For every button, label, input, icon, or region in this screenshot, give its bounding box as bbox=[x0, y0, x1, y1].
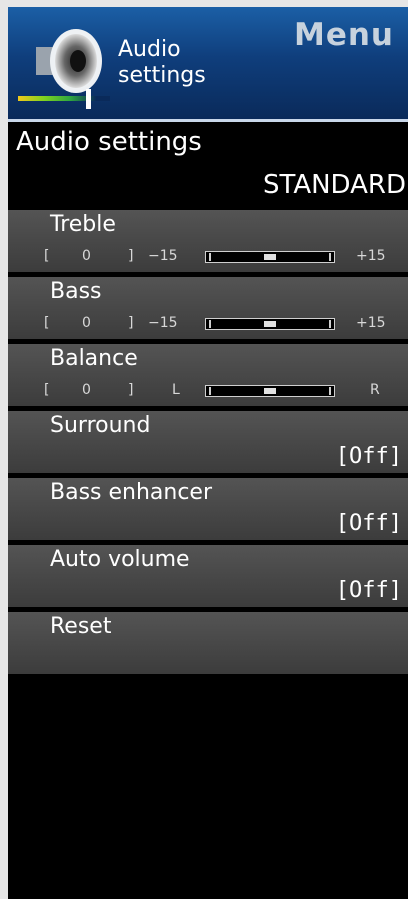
treble-bracket-open: [ bbox=[44, 248, 50, 264]
bass-bracket-open: [ bbox=[44, 315, 50, 331]
bass-item[interactable]: Bass [ 0 ] −15 +15 bbox=[8, 277, 408, 344]
header-subtitle: Audio settings bbox=[118, 37, 206, 89]
bass-enhancer-value: [Off] bbox=[335, 511, 402, 536]
bass-slider[interactable] bbox=[205, 318, 335, 330]
audio-mode-value[interactable]: STANDARD bbox=[263, 170, 406, 200]
treble-min-label: −15 bbox=[148, 248, 178, 264]
reset-item[interactable]: Reset bbox=[8, 612, 408, 679]
balance-value: 0 bbox=[82, 382, 91, 398]
treble-item[interactable]: Treble [ 0 ] −15 +15 bbox=[8, 210, 408, 277]
bass-max-label: +15 bbox=[356, 315, 386, 331]
page-title: Audio settings bbox=[16, 127, 202, 157]
balance-label: Balance bbox=[50, 346, 138, 371]
treble-value: 0 bbox=[82, 248, 91, 264]
menu-header: Audio settings Menu bbox=[8, 7, 408, 122]
balance-bracket-open: [ bbox=[44, 382, 50, 398]
reset-label: Reset bbox=[50, 614, 112, 639]
balance-slider-row: [ 0 ] L R bbox=[8, 382, 408, 400]
treble-slider[interactable] bbox=[205, 251, 335, 263]
bass-enhancer-label: Bass enhancer bbox=[50, 480, 213, 505]
header-level-bar bbox=[18, 96, 110, 101]
menu-title: Menu bbox=[293, 17, 394, 53]
bass-bracket-close: ] bbox=[128, 315, 134, 331]
settings-list: Treble [ 0 ] −15 +15 Bass [ 0 ] −15 +15 bbox=[8, 210, 408, 679]
bass-value: 0 bbox=[82, 315, 91, 331]
bass-label: Bass bbox=[50, 279, 102, 304]
treble-label: Treble bbox=[50, 212, 116, 237]
balance-slider[interactable] bbox=[205, 385, 335, 397]
auto-volume-label: Auto volume bbox=[50, 547, 190, 572]
treble-max-label: +15 bbox=[356, 248, 386, 264]
auto-volume-item[interactable]: Auto volume [Off] bbox=[8, 545, 408, 612]
tv-menu-screen: Audio settings Menu Audio settings STAND… bbox=[8, 7, 408, 899]
header-level-knob bbox=[86, 89, 91, 109]
balance-min-label: L bbox=[172, 382, 180, 398]
header-subtitle-line2: settings bbox=[118, 63, 206, 88]
treble-bracket-close: ] bbox=[128, 248, 134, 264]
surround-label: Surround bbox=[50, 413, 151, 438]
speaker-icon bbox=[36, 29, 102, 93]
surround-value: [Off] bbox=[335, 444, 402, 469]
auto-volume-value: [Off] bbox=[335, 578, 402, 603]
header-subtitle-line1: Audio bbox=[118, 37, 181, 62]
treble-slider-thumb[interactable] bbox=[264, 254, 276, 260]
balance-item[interactable]: Balance [ 0 ] L R bbox=[8, 344, 408, 411]
balance-bracket-close: ] bbox=[128, 382, 134, 398]
balance-max-label: R bbox=[370, 382, 380, 398]
balance-slider-thumb[interactable] bbox=[264, 388, 276, 394]
treble-slider-row: [ 0 ] −15 +15 bbox=[8, 248, 408, 266]
bass-slider-row: [ 0 ] −15 +15 bbox=[8, 315, 408, 333]
surround-item[interactable]: Surround [Off] bbox=[8, 411, 408, 478]
bass-min-label: −15 bbox=[148, 315, 178, 331]
bass-slider-thumb[interactable] bbox=[264, 321, 276, 327]
bass-enhancer-item[interactable]: Bass enhancer [Off] bbox=[8, 478, 408, 545]
